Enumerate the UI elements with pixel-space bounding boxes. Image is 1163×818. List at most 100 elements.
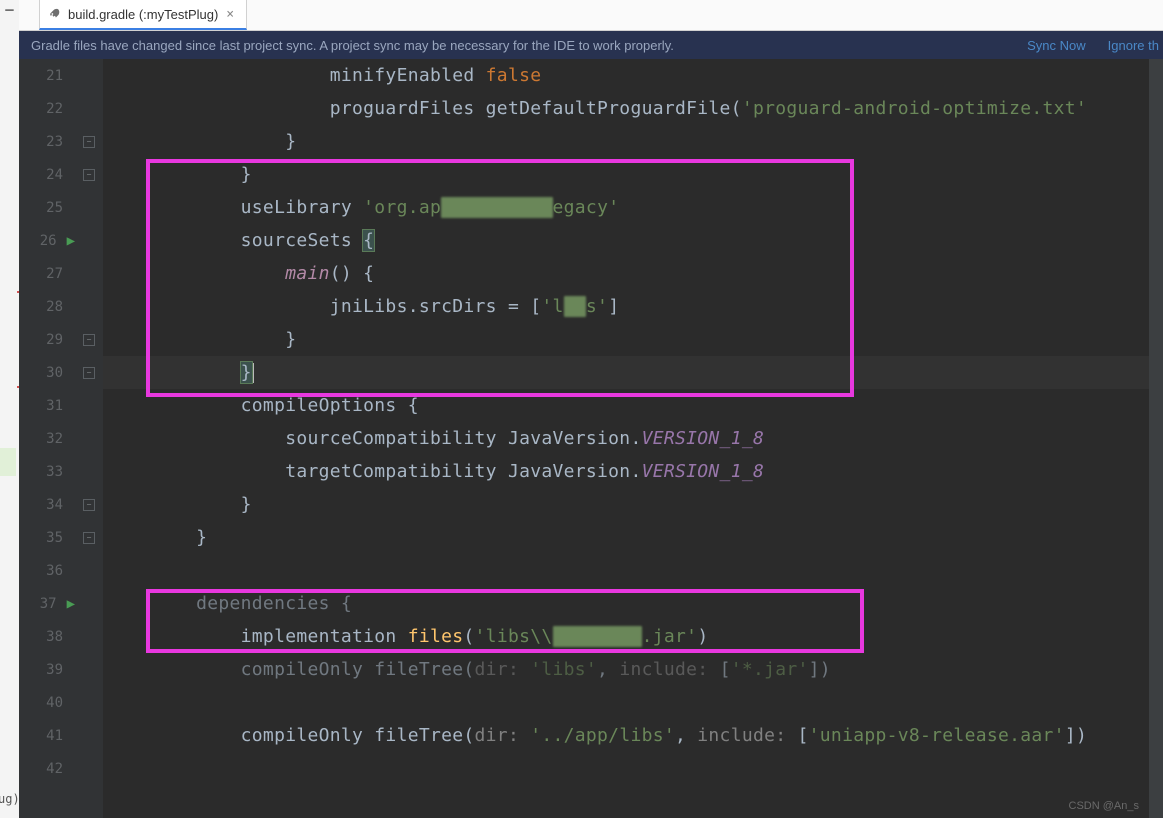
line-number[interactable]: 35 bbox=[19, 521, 75, 554]
tool-window-strip[interactable]: — ug) bbox=[0, 0, 19, 818]
code-token: 'uniapp-v8-release.aar' bbox=[809, 725, 1065, 746]
line-number[interactable]: 33 bbox=[19, 455, 75, 488]
fold-cell[interactable] bbox=[75, 191, 103, 224]
fold-column[interactable]: − − − − − − bbox=[75, 59, 103, 818]
fold-cell[interactable] bbox=[75, 59, 103, 92]
toolwindow-label[interactable]: ug) bbox=[0, 792, 20, 806]
code-token: jxxxxxxx bbox=[553, 626, 642, 647]
fold-toggle-icon[interactable]: − bbox=[83, 367, 95, 379]
code-line[interactable]: sourceSets { bbox=[103, 224, 374, 257]
code-line[interactable]: } bbox=[103, 125, 296, 158]
code-line[interactable]: } bbox=[103, 521, 207, 554]
fold-toggle-icon[interactable]: − bbox=[83, 169, 95, 181]
code-line[interactable]: } bbox=[103, 488, 252, 521]
fold-cell[interactable] bbox=[75, 719, 103, 752]
code-line[interactable]: proguardFiles getDefaultProguardFile('pr… bbox=[103, 92, 1087, 125]
fold-cell[interactable]: − bbox=[75, 488, 103, 521]
fold-cell[interactable] bbox=[75, 389, 103, 422]
code-line[interactable]: } bbox=[103, 323, 296, 356]
code-token: include: bbox=[697, 725, 797, 746]
code-line[interactable] bbox=[103, 554, 107, 587]
code-area[interactable]: CSDN @An_s minifyEnabled false proguardF… bbox=[103, 59, 1149, 818]
close-icon[interactable]: × bbox=[224, 7, 236, 22]
code-line[interactable]: } bbox=[103, 356, 254, 389]
vertical-scrollbar[interactable] bbox=[1149, 59, 1163, 818]
code-line[interactable]: compileOnly fileTree(dir: '../app/libs',… bbox=[103, 719, 1087, 752]
code-token: 'libs' bbox=[530, 659, 597, 680]
code-token: ib bbox=[564, 296, 586, 317]
line-number[interactable]: 42 bbox=[19, 752, 75, 785]
line-number[interactable]: 21 bbox=[19, 59, 75, 92]
fold-cell[interactable] bbox=[75, 653, 103, 686]
code-editor[interactable]: 212223242526▶2728293031323334353637▶3839… bbox=[19, 59, 1163, 818]
fold-cell[interactable] bbox=[75, 686, 103, 719]
code-line[interactable]: jniLibs.srcDirs = ['libs'] bbox=[103, 290, 619, 323]
line-number[interactable]: 41 bbox=[19, 719, 75, 752]
code-line[interactable] bbox=[103, 686, 107, 719]
ignore-link[interactable]: Ignore th bbox=[1108, 38, 1159, 53]
minimize-icon[interactable]: — bbox=[5, 3, 13, 17]
line-number[interactable]: 30 bbox=[19, 356, 75, 389]
code-line[interactable]: useLibrary 'org.apxxxx xxxxxegacy' bbox=[103, 191, 619, 224]
line-number[interactable]: 37▶ bbox=[19, 587, 75, 620]
code-token: dir: bbox=[475, 725, 531, 746]
line-number[interactable]: 27 bbox=[19, 257, 75, 290]
line-number[interactable]: 34 bbox=[19, 488, 75, 521]
fold-cell[interactable]: − bbox=[75, 158, 103, 191]
line-number[interactable]: 26▶ bbox=[19, 224, 75, 257]
fold-cell[interactable] bbox=[75, 554, 103, 587]
code-line[interactable]: minifyEnabled false bbox=[103, 59, 541, 92]
code-token: jniLibs.srcDirs = [ bbox=[330, 296, 542, 317]
code-line[interactable] bbox=[103, 752, 107, 785]
line-number[interactable]: 25 bbox=[19, 191, 75, 224]
fold-toggle-icon[interactable]: − bbox=[83, 136, 95, 148]
line-number[interactable]: 29 bbox=[19, 323, 75, 356]
line-number[interactable]: 24 bbox=[19, 158, 75, 191]
line-number[interactable]: 40 bbox=[19, 686, 75, 719]
code-token: { bbox=[363, 230, 374, 251]
fold-cell[interactable] bbox=[75, 224, 103, 257]
code-token: useLibrary bbox=[241, 197, 364, 218]
line-number[interactable]: 32 bbox=[19, 422, 75, 455]
fold-cell[interactable] bbox=[75, 92, 103, 125]
line-number[interactable]: 22 bbox=[19, 92, 75, 125]
fold-cell[interactable]: − bbox=[75, 125, 103, 158]
fold-toggle-icon[interactable]: − bbox=[83, 532, 95, 544]
fold-toggle-icon[interactable]: − bbox=[83, 334, 95, 346]
editor-tab-active[interactable]: build.gradle (:myTestPlug) × bbox=[39, 0, 247, 30]
code-line[interactable]: compileOptions { bbox=[103, 389, 419, 422]
code-line[interactable]: targetCompatibility JavaVersion.VERSION_… bbox=[103, 455, 764, 488]
code-line[interactable]: main() { bbox=[103, 257, 374, 290]
fold-cell[interactable] bbox=[75, 620, 103, 653]
current-line-highlight bbox=[103, 356, 1149, 389]
line-number[interactable]: 39 bbox=[19, 653, 75, 686]
line-number[interactable]: 31 bbox=[19, 389, 75, 422]
line-number[interactable]: 28 bbox=[19, 290, 75, 323]
code-token: , bbox=[675, 725, 697, 746]
line-number[interactable]: 38 bbox=[19, 620, 75, 653]
run-gutter-icon[interactable]: ▶ bbox=[67, 596, 75, 612]
fold-cell[interactable] bbox=[75, 422, 103, 455]
code-line[interactable]: implementation files('libs\\jxxxxxxx.jar… bbox=[103, 620, 708, 653]
fold-cell[interactable] bbox=[75, 587, 103, 620]
fold-cell[interactable] bbox=[75, 752, 103, 785]
fold-cell[interactable]: − bbox=[75, 521, 103, 554]
code-token: 'org.ap bbox=[363, 197, 441, 218]
sync-now-link[interactable]: Sync Now bbox=[1027, 38, 1086, 53]
fold-cell[interactable]: − bbox=[75, 356, 103, 389]
fold-cell[interactable] bbox=[75, 257, 103, 290]
code-token: ] bbox=[608, 296, 619, 317]
fold-toggle-icon[interactable]: − bbox=[83, 499, 95, 511]
code-token: 'l bbox=[541, 296, 563, 317]
line-number-gutter[interactable]: 212223242526▶2728293031323334353637▶3839… bbox=[19, 59, 75, 818]
code-line[interactable]: sourceCompatibility JavaVersion.VERSION_… bbox=[103, 422, 764, 455]
line-number[interactable]: 36 bbox=[19, 554, 75, 587]
code-line[interactable]: } bbox=[103, 158, 252, 191]
run-gutter-icon[interactable]: ▶ bbox=[67, 233, 75, 249]
code-line[interactable]: compileOnly fileTree(dir: 'libs', includ… bbox=[103, 653, 831, 686]
code-line[interactable]: dependencies { bbox=[103, 587, 352, 620]
fold-cell[interactable]: − bbox=[75, 323, 103, 356]
fold-cell[interactable] bbox=[75, 290, 103, 323]
fold-cell[interactable] bbox=[75, 455, 103, 488]
line-number[interactable]: 23 bbox=[19, 125, 75, 158]
